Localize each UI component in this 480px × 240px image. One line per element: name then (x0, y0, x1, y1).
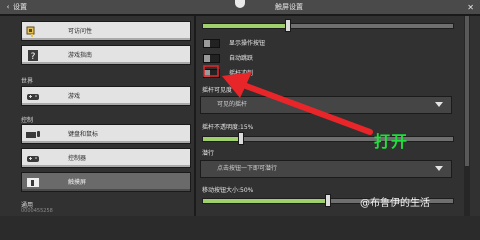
annotation-arrow-line (243, 83, 373, 135)
annotation-overlay (203, 65, 373, 135)
highlight-box (203, 65, 219, 77)
annotation-text: 打开 (374, 132, 409, 151)
watermark: @布鲁伊的生活 (360, 198, 430, 209)
